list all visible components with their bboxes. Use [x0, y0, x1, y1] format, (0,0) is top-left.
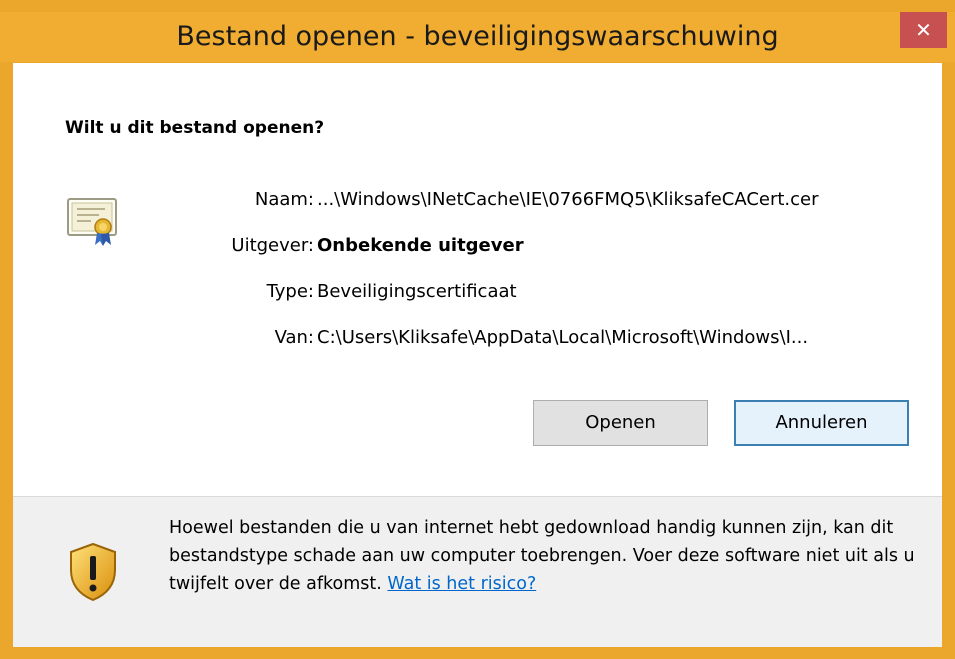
cancel-button[interactable]: Annuleren	[734, 400, 909, 446]
shield-warning-icon	[70, 542, 116, 602]
type-label: Type:	[266, 281, 314, 302]
security-warning-dialog: Bestand openen - beveiligingswaarschuwin…	[0, 0, 955, 659]
type-value: Beveiligingscertificaat	[317, 281, 517, 302]
from-value: C:\Users\Kliksafe\AppData\Local\Microsof…	[317, 327, 809, 348]
name-value: ...\Windows\INetCache\IE\0766FMQ5\Kliksa…	[317, 189, 819, 210]
publisher-value: Onbekende uitgever	[317, 235, 524, 256]
dialog-question: Wilt u dit bestand openen?	[65, 118, 325, 138]
from-label: Van:	[274, 327, 314, 348]
dialog-content: Wilt u dit bestand openen? Naam: ...\Win…	[13, 63, 942, 496]
warning-text: Hoewel bestanden die u van internet hebt…	[169, 514, 929, 598]
close-icon: ✕	[915, 18, 932, 42]
publisher-label: Uitgever:	[231, 235, 314, 256]
warning-message: Hoewel bestanden die u van internet hebt…	[169, 518, 915, 594]
field-from: Van: C:\Users\Kliksafe\AppData\Local\Mic…	[13, 327, 942, 357]
dialog-title: Bestand openen - beveiligingswaarschuwin…	[176, 21, 779, 52]
field-type: Type: Beveiligingscertificaat	[13, 281, 942, 311]
field-name: Naam: ...\Windows\INetCache\IE\0766FMQ5\…	[13, 189, 942, 219]
risk-link[interactable]: Wat is het risico?	[387, 574, 536, 594]
open-button[interactable]: Openen	[533, 400, 708, 446]
close-button[interactable]: ✕	[900, 12, 947, 48]
name-label: Naam:	[254, 189, 314, 210]
field-publisher: Uitgever: Onbekende uitgever	[13, 235, 942, 265]
warning-footer: Hoewel bestanden die u van internet hebt…	[13, 496, 942, 647]
